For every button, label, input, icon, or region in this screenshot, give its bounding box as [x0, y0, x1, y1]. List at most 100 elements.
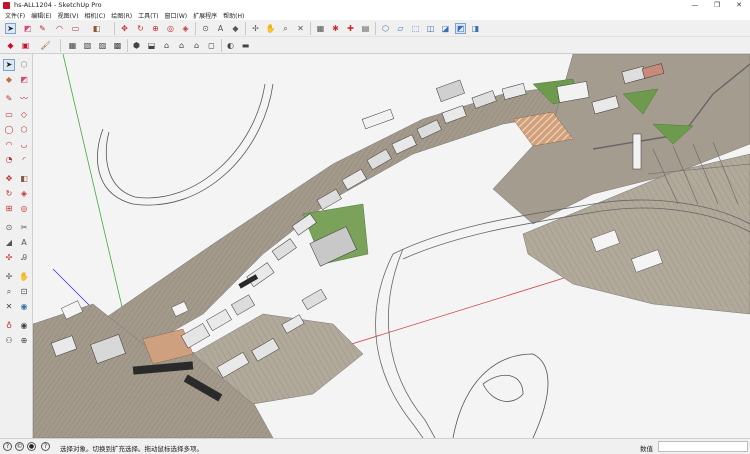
- select-icon[interactable]: ➤: [3, 59, 15, 71]
- layers-icon[interactable]: ▣: [20, 40, 31, 51]
- road-outline[interactable]: [105, 83, 266, 199]
- 3d-text-icon[interactable]: Ꭿ: [18, 252, 30, 264]
- two-point-arc-icon[interactable]: ◡: [18, 139, 30, 151]
- rotated-rectangle-icon[interactable]: ◇: [18, 109, 30, 121]
- pan-icon[interactable]: ✋: [265, 23, 276, 34]
- shadows-icon[interactable]: ◐: [225, 40, 236, 51]
- iso-view-icon[interactable]: ⬡: [380, 23, 391, 34]
- top-view-icon[interactable]: ⬓: [146, 40, 157, 51]
- credits-icon[interactable]: ©: [15, 442, 24, 451]
- menu-window[interactable]: 窗口(W): [162, 11, 191, 20]
- line-icon[interactable]: ✎: [3, 93, 15, 105]
- line-icon[interactable]: ✎: [37, 23, 48, 34]
- eraser-icon[interactable]: ◩: [18, 74, 30, 86]
- shaded-icon[interactable]: ▩: [112, 40, 123, 51]
- minimize-button[interactable]: —: [684, 0, 706, 10]
- three-point-arc-icon[interactable]: ◜: [18, 154, 30, 166]
- menu-camera[interactable]: 相机(C): [81, 11, 108, 20]
- instructor-icon[interactable]: ?: [41, 442, 50, 451]
- right-view-icon[interactable]: ◫: [425, 23, 436, 34]
- pie-icon[interactable]: ◔: [3, 154, 15, 166]
- arc-icon[interactable]: ◠: [54, 23, 65, 34]
- contour-line[interactable]: [482, 375, 524, 402]
- look-around-icon[interactable]: ◉: [18, 320, 30, 332]
- scale-icon[interactable]: ⊞: [3, 203, 15, 215]
- measurements-input[interactable]: [658, 441, 748, 452]
- zoom-window-icon[interactable]: ⊡: [18, 286, 30, 298]
- menu-file[interactable]: 文件(F): [2, 11, 28, 20]
- previous-view-icon[interactable]: ◉: [18, 301, 30, 313]
- menu-view[interactable]: 视图(V): [55, 11, 82, 20]
- push-pull-icon[interactable]: ◧: [18, 173, 30, 185]
- orbit-icon[interactable]: ✢: [250, 23, 261, 34]
- menu-extensions[interactable]: 扩展程序: [190, 11, 220, 20]
- rectangle-icon[interactable]: ▭: [3, 109, 15, 121]
- axes-icon[interactable]: ✣: [3, 252, 15, 264]
- styles-icon[interactable]: ▤: [360, 23, 371, 34]
- rotate-icon[interactable]: ↻: [135, 23, 146, 34]
- front-view-icon[interactable]: ⌂: [161, 40, 172, 51]
- zoom-extents-icon[interactable]: ✕: [3, 301, 15, 313]
- move-icon[interactable]: ✥: [3, 173, 15, 185]
- back-view-icon[interactable]: ◪: [440, 23, 451, 34]
- close-button[interactable]: ✕: [728, 0, 750, 10]
- menu-help[interactable]: 帮助(H): [220, 11, 247, 20]
- warehouse-icon[interactable]: ▦: [315, 23, 326, 34]
- freehand-icon[interactable]: 〰: [18, 93, 30, 105]
- follow-me-icon[interactable]: ◈: [18, 188, 30, 200]
- front-view-icon[interactable]: ⬚: [410, 23, 421, 34]
- position-camera-icon[interactable]: ♁: [3, 320, 15, 332]
- menu-tools[interactable]: 工具(T): [135, 11, 161, 20]
- rectangle-icon[interactable]: ▭: [70, 23, 81, 34]
- select-icon[interactable]: ➤: [5, 23, 16, 34]
- menu-draw[interactable]: 绘图(R): [108, 11, 135, 20]
- circle-icon[interactable]: ◯: [3, 124, 15, 136]
- info-icon[interactable]: ?: [3, 442, 12, 451]
- section-plane-icon[interactable]: ⊕: [18, 335, 30, 347]
- section-icon[interactable]: ◨: [470, 23, 481, 34]
- zoom-icon[interactable]: ⌕: [280, 23, 291, 34]
- eraser-icon[interactable]: ◩: [22, 23, 33, 34]
- fog-icon[interactable]: ▬: [240, 40, 251, 51]
- user-icon[interactable]: ●: [27, 442, 36, 451]
- tape-measure-icon[interactable]: ⊙: [200, 23, 211, 34]
- contour-line[interactable]: [452, 353, 549, 438]
- paint-icon[interactable]: 🖌: [40, 40, 51, 51]
- move-icon[interactable]: ✥: [119, 23, 130, 34]
- follow-me-icon[interactable]: ◈: [180, 23, 191, 34]
- orbit-icon[interactable]: ✢: [3, 271, 15, 283]
- components-icon[interactable]: ✱: [330, 23, 341, 34]
- model-canvas[interactable]: [33, 54, 750, 438]
- pan-icon[interactable]: ✋: [18, 271, 30, 283]
- zoom-icon[interactable]: ⌕: [3, 286, 15, 298]
- hidden-line-icon[interactable]: ▨: [97, 40, 108, 51]
- offset-icon[interactable]: ◎: [165, 23, 176, 34]
- wireframe-icon[interactable]: ▧: [82, 40, 93, 51]
- road-outline[interactable]: [375, 253, 424, 438]
- model-viewport[interactable]: [33, 54, 750, 438]
- text-icon[interactable]: A: [18, 237, 30, 249]
- road-outline[interactable]: [97, 83, 274, 206]
- walk-icon[interactable]: ⚇: [3, 335, 15, 347]
- polygon-icon[interactable]: ⬡: [18, 124, 30, 136]
- left-view-icon[interactable]: ◻: [206, 40, 217, 51]
- component-icon[interactable]: ⬡: [18, 59, 30, 71]
- rotate-icon[interactable]: ↻: [3, 188, 15, 200]
- arc-icon[interactable]: ◠: [3, 139, 15, 151]
- ruby-icon[interactable]: ◆: [5, 40, 16, 51]
- paint-bucket-icon[interactable]: ◆: [230, 23, 241, 34]
- iso-view-icon[interactable]: ⬢: [131, 40, 142, 51]
- offset-icon[interactable]: ◎: [18, 203, 30, 215]
- zoom-extents-icon[interactable]: ✕: [295, 23, 306, 34]
- maximize-button[interactable]: ❐: [706, 0, 728, 10]
- menu-edit[interactable]: 编辑(E): [28, 11, 54, 20]
- road-outline[interactable]: [388, 248, 436, 438]
- xray-icon[interactable]: ▦: [67, 40, 78, 51]
- paint-bucket-icon[interactable]: ◆: [3, 74, 15, 86]
- tape-icon[interactable]: ⊙: [3, 222, 15, 234]
- top-view-icon[interactable]: ▱: [395, 23, 406, 34]
- extension-icon[interactable]: ✚: [345, 23, 356, 34]
- left-view-icon[interactable]: ◩: [455, 23, 466, 34]
- scale-icon[interactable]: ⊕: [150, 23, 161, 34]
- right-view-icon[interactable]: ⌂: [176, 40, 187, 51]
